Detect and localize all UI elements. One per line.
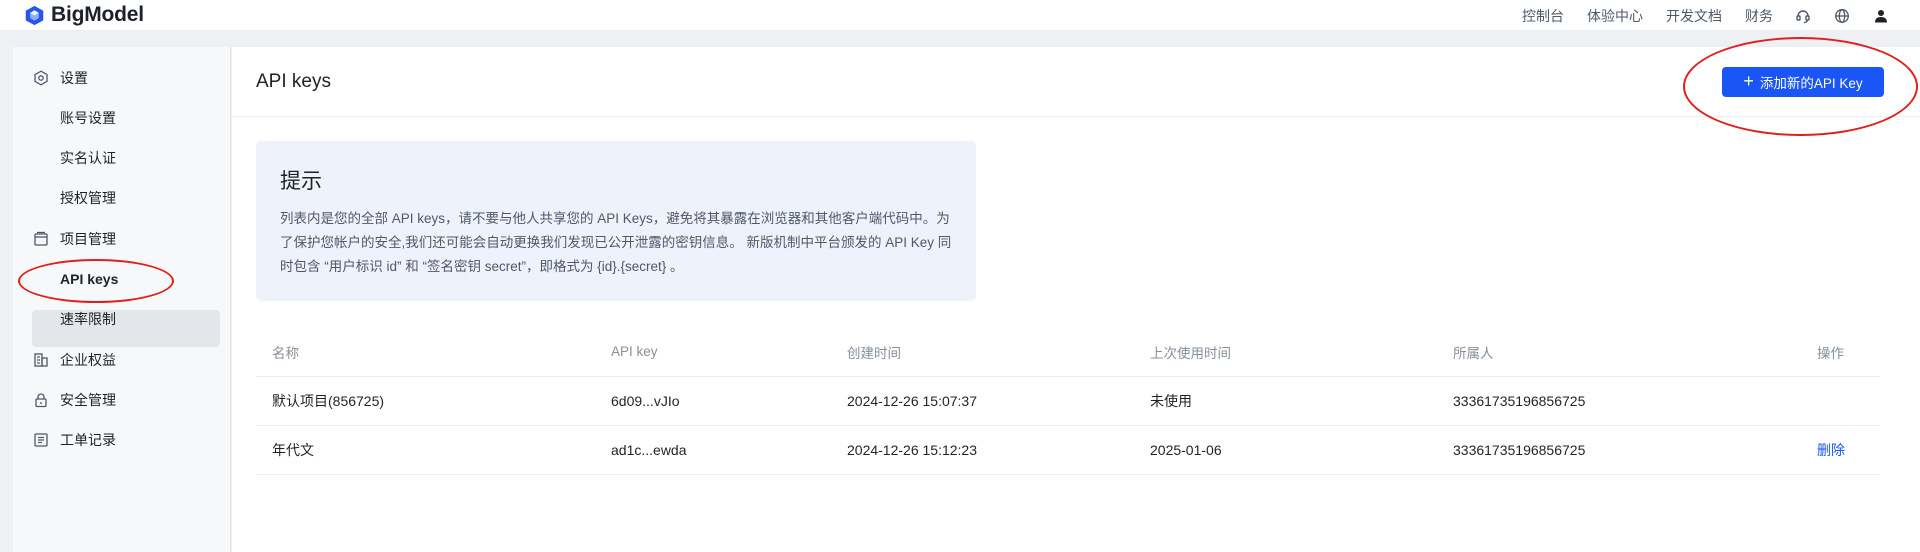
page-header: API keys + 添加新的API Key [232,47,1920,117]
column-header-owner: 所属人 [1453,345,1494,361]
sidebar-item-rate-limits[interactable]: 速率限制 [60,309,116,329]
sidebar-group-projects[interactable]: 项目管理 [32,229,116,249]
project-icon [32,230,50,248]
sidebar-group-label: 安全管理 [60,392,116,408]
column-header-name: 名称 [272,345,299,361]
add-api-key-button[interactable]: + 添加新的API Key [1722,67,1884,97]
main-content: API keys + 添加新的API Key 提示 列表内是您的全部 API k… [232,47,1920,552]
sidebar-item-real-name-auth[interactable]: 实名认证 [60,148,116,168]
cell-last-used: 未使用 [1150,393,1192,409]
support-icon[interactable] [1794,7,1812,25]
nav-console[interactable]: 控制台 [1522,6,1564,26]
table-row: 默认项目(856725) 6d09...vJIo 2024-12-26 15:0… [256,377,1880,426]
nav-dev-docs[interactable]: 开发文档 [1666,6,1722,26]
sidebar-group-label: 工单记录 [60,432,116,448]
delete-link[interactable]: 删除 [1817,426,1845,474]
sidebar-group-enterprise[interactable]: 企业权益 [32,350,116,370]
sidebar-item-api-keys[interactable]: API keys [60,269,118,289]
page-title: API keys [256,71,331,92]
cell-api-key: 6d09...vJIo [611,393,680,409]
nav-finance[interactable]: 财务 [1745,6,1773,26]
enterprise-icon [32,351,50,369]
brand-name: BigModel [51,3,144,26]
sidebar-group-settings[interactable]: 设置 [32,68,88,88]
user-icon[interactable] [1872,7,1890,25]
cell-owner: 33361735196856725 [1453,393,1586,409]
sidebar-group-label: 企业权益 [60,352,116,368]
sidebar-item-authorization[interactable]: 授权管理 [60,188,116,208]
globe-icon[interactable] [1833,7,1851,25]
sidebar-group-label: 项目管理 [60,231,116,247]
top-nav: 控制台 体验中心 开发文档 财务 [1522,0,1920,31]
top-bar: BigModel 控制台 体验中心 开发文档 财务 [0,0,1920,31]
cell-owner: 33361735196856725 [1453,442,1586,458]
nav-experience-center[interactable]: 体验中心 [1587,6,1643,26]
settings-icon [32,69,50,87]
brand-logo[interactable]: BigModel [24,3,144,27]
tip-title: 提示 [280,170,322,193]
cell-api-key: ad1c...ewda [611,442,687,458]
tip-panel: 提示 列表内是您的全部 API keys，请不要与他人共享您的 API Keys… [256,141,976,301]
table-header-row: 名称 API key 创建时间 上次使用时间 所属人 操作 [256,327,1880,377]
sidebar-group-label: 设置 [60,70,88,86]
column-header-created: 创建时间 [847,345,901,361]
cell-name: 默认项目(856725) [272,393,385,409]
cell-last-used: 2025-01-06 [1150,442,1222,458]
sidebar-group-security[interactable]: 安全管理 [32,390,116,410]
api-keys-table: 名称 API key 创建时间 上次使用时间 所属人 操作 默认项目(85672… [256,327,1880,475]
sidebar: 设置 账号设置 实名认证 授权管理 项目管理 API keys 速率限制 企业权… [13,47,231,552]
tip-body: 列表内是您的全部 API keys，请不要与他人共享您的 API Keys，避免… [280,211,952,274]
plus-icon: + [1743,71,1754,91]
cell-created: 2024-12-26 15:07:37 [847,393,977,409]
table-row: 年代文 ad1c...ewda 2024-12-26 15:12:23 2025… [256,426,1880,475]
lock-icon [32,391,50,409]
add-api-key-label: 添加新的API Key [1759,76,1863,91]
column-header-last-used: 上次使用时间 [1150,345,1231,361]
column-header-api-key: API key [611,344,658,359]
sidebar-group-tickets[interactable]: 工单记录 [32,430,116,450]
sidebar-item-account-settings[interactable]: 账号设置 [60,108,116,128]
cell-created: 2024-12-26 15:12:23 [847,442,977,458]
column-header-actions: 操作 [1817,345,1844,361]
ticket-icon [32,431,50,449]
logo-icon [25,5,44,25]
cell-name: 年代文 [272,442,314,458]
